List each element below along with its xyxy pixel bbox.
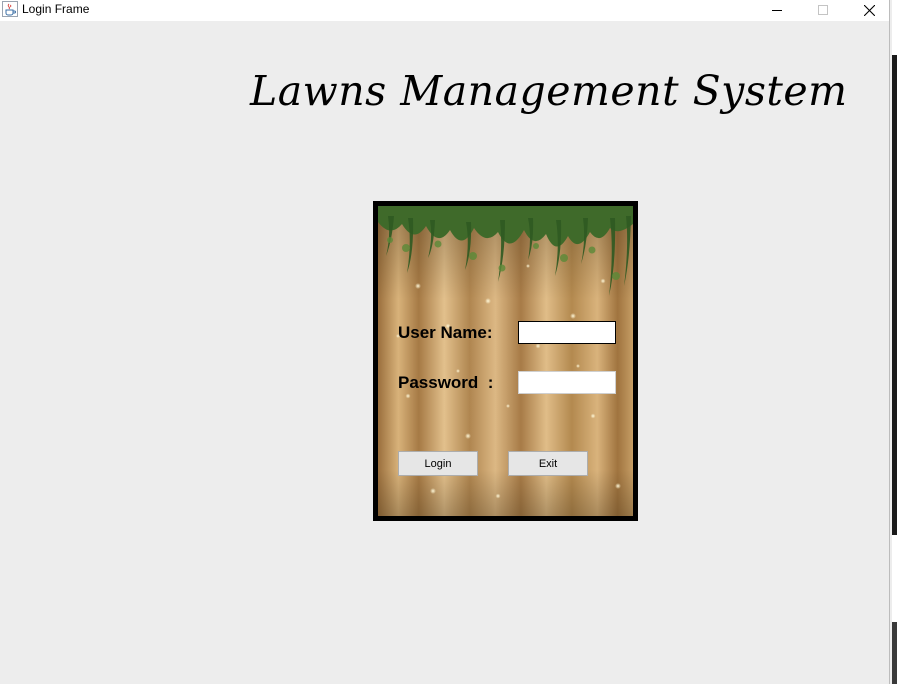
minimize-icon [772,10,782,11]
background-desktop-dark [892,55,897,535]
window-title: Login Frame [22,2,90,16]
close-icon [863,4,875,16]
exit-button[interactable]: Exit [508,451,588,476]
password-label: Password : [398,373,494,392]
background-desktop-dark-bottom [892,622,897,684]
java-cup-icon [2,1,18,17]
username-field[interactable] [518,321,616,344]
login-button[interactable]: Login [398,451,478,476]
username-label: User Name: [398,323,493,342]
close-button[interactable] [846,0,892,20]
password-field[interactable] [518,371,616,394]
minimize-button[interactable] [754,0,800,20]
app-heading: Lawns Management System [250,67,848,115]
maximize-button[interactable] [800,0,846,20]
maximize-icon [818,5,828,15]
title-bar: Login Frame [0,0,888,20]
